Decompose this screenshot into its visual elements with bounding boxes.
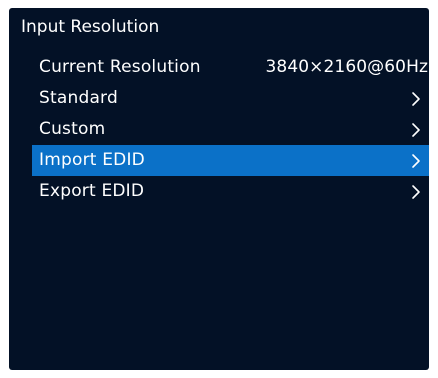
current-resolution-value: 3840×2160@60Hz (265, 57, 428, 77)
menu-item-current-resolution[interactable]: Current Resolution 3840×2160@60Hz (32, 52, 429, 83)
menu-item-label: Standard (39, 88, 118, 108)
menu-item-custom[interactable]: Custom (32, 114, 429, 145)
menu-item-standard[interactable]: Standard (32, 83, 429, 114)
menu-item-export-edid[interactable]: Export EDID (32, 176, 429, 207)
menu-item-label: Import EDID (39, 150, 145, 170)
menu-item-label: Export EDID (39, 181, 145, 201)
menu-item-label: Current Resolution (39, 57, 201, 77)
menu-item-import-edid[interactable]: Import EDID (32, 145, 429, 176)
menu-title: Input Resolution (21, 17, 160, 37)
chevron-right-icon (410, 114, 422, 145)
chevron-right-icon (410, 83, 422, 114)
chevron-right-icon (410, 145, 422, 176)
menu-item-label: Custom (39, 119, 106, 139)
osd-menu-screen: Input Resolution Current Resolution 3840… (9, 8, 429, 370)
chevron-right-icon (410, 176, 422, 207)
menu-list: Current Resolution 3840×2160@60Hz Standa… (32, 52, 429, 207)
